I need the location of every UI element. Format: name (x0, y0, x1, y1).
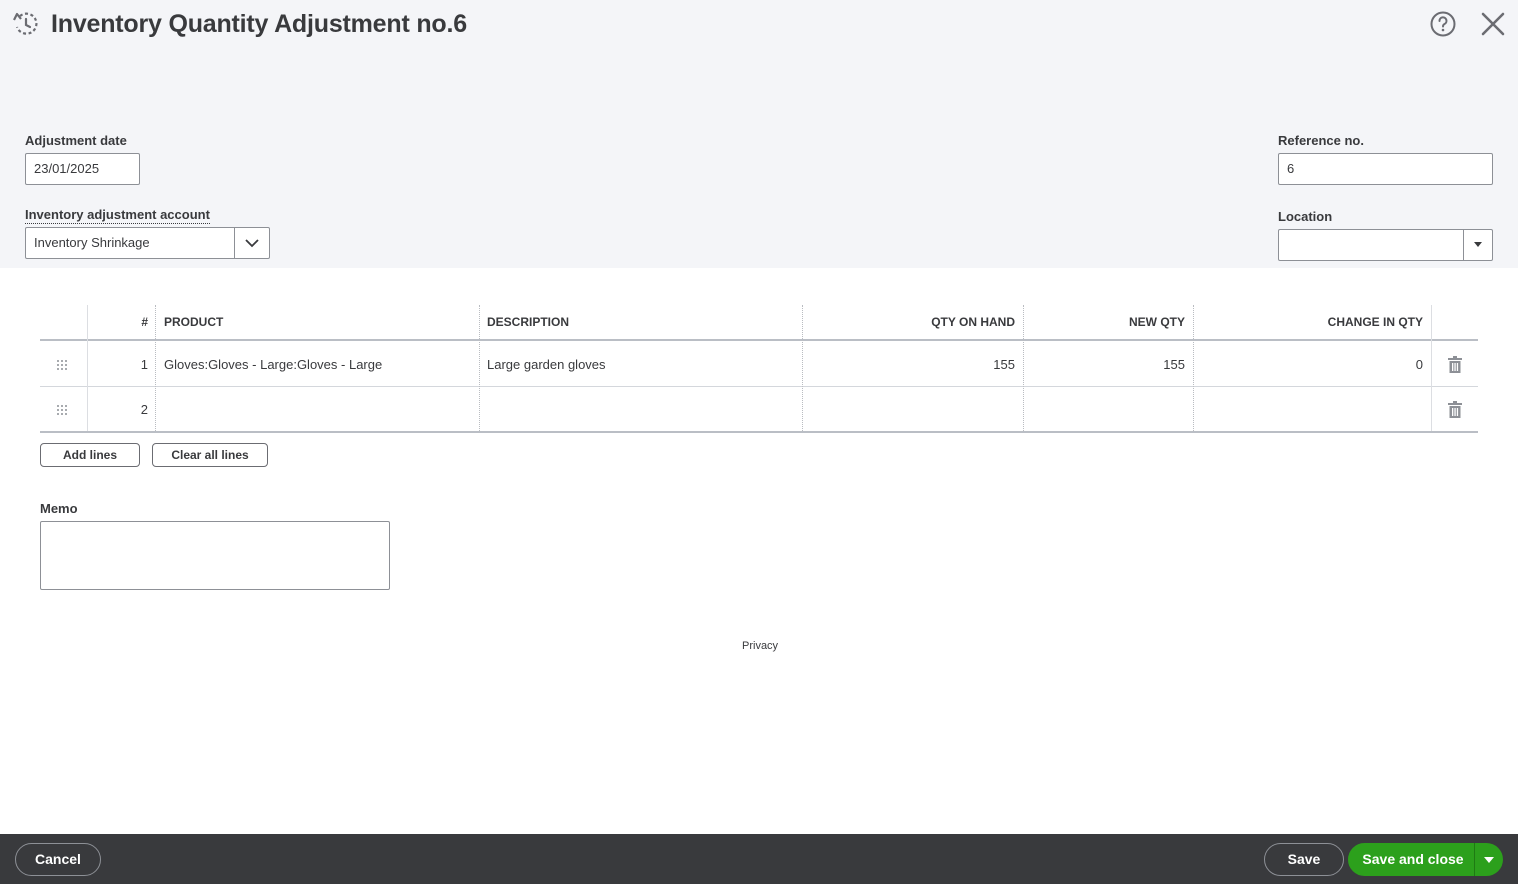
reference-no-label: Reference no. (1278, 133, 1364, 148)
caret-down-icon (1484, 856, 1494, 863)
adjustment-date-field[interactable]: 23/01/2025 (25, 153, 140, 185)
trash-icon[interactable] (1448, 401, 1462, 418)
column-header-new-qty: NEW QTY (1129, 315, 1185, 329)
column-divider (155, 305, 156, 431)
table-row[interactable]: 2 (40, 387, 1478, 433)
description-cell[interactable] (479, 387, 802, 432)
inventory-adjustment-account-label: Inventory adjustment account (25, 207, 210, 224)
drag-grip-icon[interactable] (56, 404, 68, 416)
help-icon[interactable] (1429, 10, 1457, 38)
reference-no-field[interactable]: 6 (1278, 153, 1493, 185)
page-title: Inventory Quantity Adjustment no.6 (51, 10, 467, 38)
location-dropdown-button[interactable] (1463, 229, 1493, 261)
change-in-qty-cell[interactable] (1193, 387, 1431, 432)
description-cell[interactable]: Large garden gloves (479, 342, 802, 387)
column-divider (802, 305, 803, 431)
footer-bar: Cancel Save Save and close (0, 834, 1518, 884)
add-lines-button[interactable]: Add lines (40, 443, 140, 467)
memo-textarea[interactable] (40, 521, 390, 590)
adjustment-date-label: Adjustment date (25, 133, 127, 148)
table-header: # PRODUCT DESCRIPTION QTY ON HAND NEW QT… (40, 305, 1478, 341)
column-divider (479, 305, 480, 431)
chevron-down-icon (245, 239, 259, 248)
location-label: Location (1278, 209, 1333, 224)
caret-down-icon (1474, 242, 1482, 247)
cancel-button[interactable]: Cancel (15, 843, 101, 876)
save-button[interactable]: Save (1264, 843, 1344, 876)
qty-on-hand-cell (802, 387, 1023, 432)
privacy-link[interactable]: Privacy (742, 640, 778, 652)
column-header-qty-on-hand: QTY ON HAND (931, 315, 1015, 329)
drag-grip-icon[interactable] (56, 359, 68, 371)
column-header-product: PRODUCT (164, 315, 224, 329)
history-icon[interactable] (12, 10, 40, 38)
account-dropdown-button[interactable] (234, 227, 270, 259)
memo-label: Memo (40, 501, 78, 516)
product-cell[interactable] (156, 387, 479, 432)
column-divider (1023, 305, 1024, 431)
product-cell[interactable]: Gloves:Gloves - Large:Gloves - Large (156, 342, 479, 387)
row-number: 2 (140, 402, 148, 417)
column-divider (1431, 305, 1432, 431)
table-row[interactable]: 1 Gloves:Gloves - Large:Gloves - Large L… (40, 342, 1478, 387)
new-qty-cell[interactable] (1023, 387, 1193, 432)
row-number: 1 (140, 357, 148, 372)
column-header-number: # (141, 315, 148, 329)
new-qty-cell[interactable]: 155 (1023, 342, 1193, 387)
clear-all-lines-button[interactable]: Clear all lines (152, 443, 268, 467)
close-icon[interactable] (1478, 9, 1508, 39)
inventory-adjustment-account-field[interactable]: Inventory Shrinkage (25, 227, 235, 259)
column-divider (1193, 305, 1194, 431)
location-field[interactable] (1278, 229, 1464, 261)
change-in-qty-cell[interactable]: 0 (1193, 342, 1431, 387)
trash-icon[interactable] (1448, 356, 1462, 373)
column-header-description: DESCRIPTION (487, 315, 570, 329)
qty-on-hand-cell: 155 (993, 357, 1015, 372)
save-and-close-button[interactable]: Save and close (1348, 843, 1478, 876)
header-panel: Inventory Quantity Adjustment no.6 Adjus… (0, 0, 1518, 268)
save-options-dropdown[interactable] (1475, 843, 1503, 876)
column-divider (87, 305, 88, 431)
column-header-change-in-qty: CHANGE IN QTY (1327, 315, 1423, 329)
adjustment-lines-table: # PRODUCT DESCRIPTION QTY ON HAND NEW QT… (40, 305, 1478, 433)
